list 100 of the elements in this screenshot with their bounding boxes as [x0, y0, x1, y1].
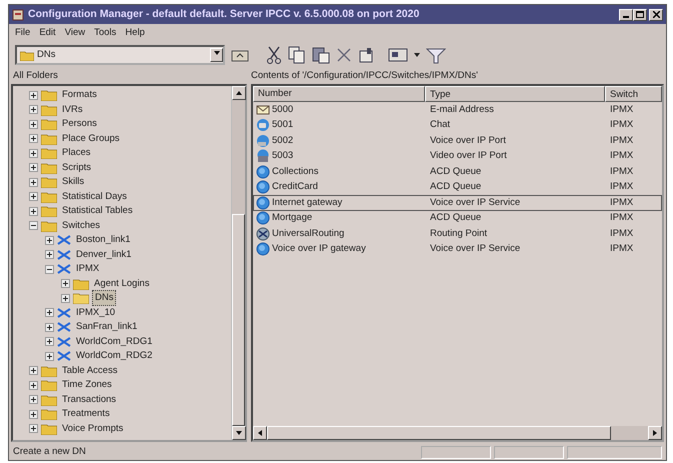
- minimize-button[interactable]: [618, 8, 633, 20]
- expand-toggle[interactable]: [29, 395, 38, 404]
- status-text: Create a new DN: [13, 445, 87, 460]
- tree-item[interactable]: IPMX: [74, 262, 102, 276]
- tree-item[interactable]: Places: [60, 146, 93, 160]
- expand-toggle[interactable]: [29, 90, 38, 100]
- folder-combo[interactable]: DNs: [15, 45, 225, 65]
- expand-toggle[interactable]: [45, 322, 54, 332]
- tree-item[interactable]: IVRs: [60, 102, 85, 117]
- arrow-icon: [235, 429, 243, 437]
- scroll-left-button[interactable]: [253, 426, 267, 440]
- tree-item[interactable]: Statistical Days: [60, 190, 129, 204]
- expand-toggle[interactable]: [29, 221, 38, 230]
- list-row[interactable]: UniversalRouting Routing Point IPMX: [253, 226, 662, 242]
- table-cell-text: ACD Queue: [429, 180, 482, 194]
- expand-toggle[interactable]: [29, 192, 38, 202]
- expand-toggle[interactable]: [29, 424, 38, 434]
- folder-up-icon[interactable]: [231, 48, 249, 62]
- tree-item[interactable]: IPMX_10: [74, 306, 118, 320]
- expand-toggle[interactable]: [45, 352, 54, 361]
- expand-toggle[interactable]: [61, 279, 70, 288]
- menu-item[interactable]: Help: [125, 26, 145, 39]
- list-row[interactable]: Mortgage ACD Queue IPMX: [253, 210, 662, 226]
- tree-item[interactable]: WorldCom_RDG1: [74, 334, 154, 349]
- scroll-thumb[interactable]: [232, 214, 245, 426]
- list-row[interactable]: 5002 Voice over IP Port IPMX: [253, 133, 662, 148]
- list-row[interactable]: CreditCard ACD Queue IPMX: [253, 180, 662, 195]
- list-row[interactable]: 5001 Chat IPMX: [253, 118, 662, 133]
- menu-item[interactable]: Edit: [39, 26, 56, 39]
- expand-toggle[interactable]: [61, 294, 70, 303]
- tree-item[interactable]: Switches: [60, 218, 102, 233]
- expand-toggle[interactable]: [45, 236, 54, 245]
- tree-item[interactable]: DNs: [92, 290, 116, 306]
- expand-toggle[interactable]: [45, 308, 54, 318]
- cut-icon[interactable]: [266, 46, 282, 64]
- tree-item[interactable]: Treatments: [60, 407, 112, 422]
- tree-item[interactable]: Skills: [60, 175, 86, 190]
- maximize-button[interactable]: [632, 8, 647, 20]
- tree-item[interactable]: Formats: [60, 88, 99, 102]
- scroll-thumb[interactable]: [267, 426, 611, 440]
- expand-toggle[interactable]: [29, 134, 38, 144]
- expand-toggle[interactable]: [29, 380, 38, 390]
- scroll-down-button[interactable]: [232, 426, 246, 440]
- menu-item[interactable]: File: [15, 26, 30, 39]
- paste-icon[interactable]: [312, 46, 330, 64]
- expand-toggle[interactable]: [29, 148, 38, 158]
- scroll-up-button[interactable]: [232, 86, 246, 100]
- horizontal-scrollbar[interactable]: [253, 426, 662, 440]
- tree-item[interactable]: Scripts: [60, 160, 94, 175]
- column-header[interactable]: Type: [425, 86, 605, 102]
- list-row[interactable]: Collections ACD Queue IPMX: [253, 164, 662, 180]
- menu-item[interactable]: Tools: [94, 26, 116, 39]
- tree-item[interactable]: Place Groups: [60, 132, 122, 146]
- expand-toggle[interactable]: [29, 410, 38, 419]
- list-row[interactable]: Internet gateway Voice over IP Service IPMX: [253, 195, 662, 210]
- tree-item[interactable]: SanFran_link1: [74, 320, 140, 334]
- delete-icon[interactable]: [336, 47, 352, 63]
- expand-toggle[interactable]: [29, 178, 38, 187]
- list-row[interactable]: 5000 E-mail Address IPMX: [253, 102, 662, 118]
- expand-toggle[interactable]: [45, 264, 54, 274]
- new-object-icon[interactable]: [388, 48, 408, 62]
- table-cell-text: Chat: [429, 118, 452, 132]
- plus-icon: [30, 106, 37, 114]
- tree-item[interactable]: Denver_link1: [74, 248, 134, 262]
- tree-item[interactable]: Boston_link1: [74, 233, 132, 248]
- expand-toggle[interactable]: [29, 105, 38, 114]
- table-cell-text: ACD Queue: [429, 211, 482, 226]
- list-row[interactable]: 5003 Video over IP Port IPMX: [253, 148, 662, 164]
- expand-toggle[interactable]: [45, 337, 54, 346]
- dropdown-arrow-icon[interactable]: [414, 53, 420, 57]
- tree-item[interactable]: Agent Logins: [92, 276, 152, 291]
- expand-toggle[interactable]: [45, 250, 54, 260]
- tree-item[interactable]: Transactions: [60, 392, 118, 407]
- tree-item[interactable]: Time Zones: [60, 378, 114, 392]
- tree-item[interactable]: Statistical Tables: [60, 204, 135, 218]
- table-cell-text: IPMX: [609, 149, 634, 164]
- tree-item[interactable]: Table Access: [60, 364, 120, 378]
- table-cell-text: IPMX: [609, 102, 634, 117]
- close-button[interactable]: [649, 8, 663, 20]
- copy-icon[interactable]: [288, 46, 306, 64]
- column-header[interactable]: Switch: [605, 86, 662, 102]
- properties-icon[interactable]: [358, 47, 374, 63]
- plus-icon: [30, 367, 37, 374]
- expand-toggle[interactable]: [29, 366, 38, 376]
- vertical-scrollbar[interactable]: [231, 86, 245, 440]
- expand-toggle[interactable]: [29, 206, 38, 216]
- tree-item[interactable]: Persons: [60, 117, 99, 132]
- expand-toggle[interactable]: [29, 120, 38, 129]
- column-header[interactable]: Number: [253, 86, 425, 102]
- tree-item[interactable]: WorldCom_RDG2: [74, 349, 154, 364]
- filter-icon[interactable]: [426, 46, 446, 64]
- list-row[interactable]: Voice over IP gateway Voice over IP Service IPMX: [253, 242, 662, 257]
- table-cell: UniversalRouting: [272, 226, 344, 241]
- menu-item[interactable]: View: [64, 26, 86, 39]
- tree-item[interactable]: Voice Prompts: [60, 422, 126, 436]
- dropdown-button[interactable]: [210, 48, 223, 62]
- scroll-right-button[interactable]: [648, 426, 662, 440]
- table-cell: 5003: [272, 149, 294, 164]
- table-cell-text: Routing Point: [429, 226, 488, 241]
- expand-toggle[interactable]: [29, 163, 38, 172]
